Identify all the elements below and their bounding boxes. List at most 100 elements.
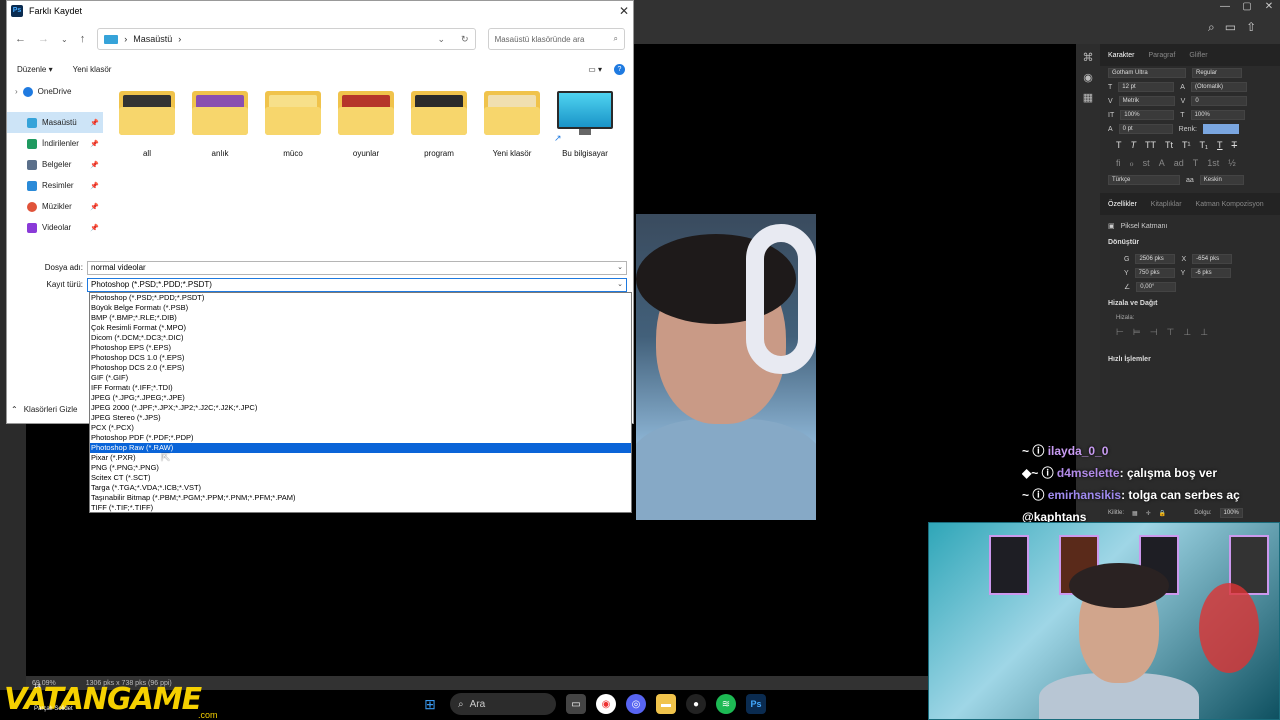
ordinal-icon[interactable]: ad bbox=[1174, 158, 1184, 169]
dropdown-option[interactable]: Targa (*.TGA;*.VDA;*.ICB;*.VST) bbox=[90, 483, 631, 493]
dropdown-option[interactable]: Photoshop (*.PSD;*.PDD;*.PSDT) bbox=[90, 293, 631, 303]
channels-icon[interactable]: ◉ bbox=[1076, 71, 1100, 84]
small-caps-icon[interactable]: Tt bbox=[1165, 140, 1173, 150]
folder-item[interactable]: anlık bbox=[192, 89, 248, 158]
minimize-icon[interactable]: — bbox=[1214, 0, 1236, 14]
align-center-icon[interactable]: ⊨ bbox=[1133, 327, 1141, 338]
align-bottom-icon[interactable]: ⊥ bbox=[1200, 327, 1208, 338]
dropdown-option[interactable]: JPEG Stereo (*.JPS) bbox=[90, 413, 631, 423]
baseline-field[interactable]: 0 pt bbox=[1118, 124, 1173, 134]
align-right-icon[interactable]: ⊣ bbox=[1150, 327, 1158, 338]
up-icon[interactable]: ↑ bbox=[80, 33, 86, 45]
recent-locations-icon[interactable]: ⌄ bbox=[61, 35, 68, 44]
maximize-icon[interactable]: ▢ bbox=[1236, 0, 1258, 14]
ligature-icon[interactable]: fi bbox=[1116, 158, 1121, 169]
file-explorer-icon[interactable]: ▬ bbox=[656, 694, 676, 714]
sidebar-item-downloads[interactable]: İndirilenler 📌 bbox=[7, 133, 103, 154]
tab-properties[interactable]: Özellikler bbox=[1108, 201, 1137, 208]
back-icon[interactable]: ← bbox=[15, 33, 26, 45]
this-pc-shortcut[interactable]: ↗ Bu bilgisayar bbox=[554, 89, 613, 158]
x-field[interactable]: -654 pks bbox=[1192, 254, 1233, 264]
dropdown-option[interactable]: PCX (*.PCX) bbox=[90, 423, 631, 433]
width-field[interactable]: 2506 pks bbox=[1135, 254, 1176, 264]
superscript-icon[interactable]: T¹ bbox=[1182, 140, 1191, 150]
close-icon[interactable]: ✕ bbox=[619, 4, 629, 18]
swash-icon[interactable]: ℴ bbox=[1130, 158, 1134, 169]
dropdown-option[interactable]: GIF (*.GIF) bbox=[90, 373, 631, 383]
dropdown-option[interactable]: JPEG 2000 (*.JPF;*.JPX;*.JP2;*.J2C;*.J2K… bbox=[90, 403, 631, 413]
tab-character[interactable]: Karakter bbox=[1108, 52, 1134, 59]
address-bar[interactable]: › Masaüstü › ⌄ ↻ bbox=[97, 28, 476, 50]
leading-field[interactable]: (Otomatik) bbox=[1190, 82, 1247, 92]
horizontal-scale-field[interactable]: 100% bbox=[1190, 110, 1245, 120]
table-icon[interactable]: ▦ bbox=[1076, 91, 1100, 104]
hide-folders-button[interactable]: ⌃ Klasörleri Gizle bbox=[11, 405, 78, 414]
fraction-icon[interactable]: T bbox=[1193, 158, 1199, 169]
dropdown-option[interactable]: Dicom (*.DCM;*.DC3;*.DIC) bbox=[90, 333, 631, 343]
language-select[interactable]: Türkçe bbox=[1108, 175, 1180, 185]
dropdown-option[interactable]: Photoshop EPS (*.EPS) bbox=[90, 343, 631, 353]
close-icon[interactable]: ✕ bbox=[1258, 0, 1280, 14]
lock-position-icon[interactable]: ✛ bbox=[1146, 510, 1151, 517]
new-folder-button[interactable]: Yeni klasör bbox=[73, 65, 112, 74]
chevron-down-icon[interactable]: ⌄ bbox=[617, 262, 623, 274]
spotify-icon[interactable]: ≋ bbox=[716, 694, 736, 714]
kerning-field[interactable]: Metrik bbox=[1118, 96, 1175, 106]
folder-item[interactable]: all bbox=[119, 89, 175, 158]
transform-header[interactable]: Dönüştür bbox=[1100, 233, 1280, 252]
dropdown-option[interactable]: IFF Formatı (*.IFF;*.TDI) bbox=[90, 383, 631, 393]
sidebar-item-documents[interactable]: Belgeler 📌 bbox=[7, 154, 103, 175]
paths-icon[interactable]: ⌘ bbox=[1076, 51, 1100, 64]
align-middle-icon[interactable]: ⊥ bbox=[1183, 327, 1191, 338]
faux-italic-icon[interactable]: T bbox=[1131, 140, 1137, 150]
filename-input[interactable]: normal videolar ⌄ bbox=[87, 260, 627, 275]
align-top-icon[interactable]: ⊤ bbox=[1167, 327, 1175, 338]
tab-libraries[interactable]: Kitaplıklar bbox=[1151, 201, 1182, 208]
dropdown-option[interactable]: Photoshop PDF (*.PDF;*.PDP) bbox=[90, 433, 631, 443]
dropdown-option[interactable]: PNG (*.PNG;*.PNG) bbox=[90, 463, 631, 473]
chrome-icon[interactable]: ◉ bbox=[596, 694, 616, 714]
fill-field[interactable]: 100% bbox=[1219, 508, 1243, 518]
quick-actions-header[interactable]: Hızlı İşlemler bbox=[1100, 350, 1280, 369]
align-left-icon[interactable]: ⊢ bbox=[1116, 327, 1124, 338]
search-icon[interactable]: ⌕ bbox=[1208, 20, 1215, 35]
folder-item[interactable]: müco bbox=[265, 89, 321, 158]
view-options-icon[interactable]: ▭ ▾ bbox=[588, 65, 602, 74]
lock-all-icon[interactable]: 🔒 bbox=[1159, 510, 1166, 517]
task-view-icon[interactable]: ▭ bbox=[566, 694, 586, 714]
align-header[interactable]: Hizala ve Dağıt bbox=[1100, 294, 1280, 313]
y-field[interactable]: -6 pks bbox=[1191, 268, 1232, 278]
folder-item[interactable]: Yeni klasör bbox=[484, 89, 540, 158]
help-icon[interactable]: ? bbox=[614, 63, 625, 75]
dropdown-option[interactable]: Büyük Belge Formatı (*.PSB) bbox=[90, 303, 631, 313]
folder-item[interactable]: program bbox=[411, 89, 467, 158]
angle-field[interactable]: 0,00° bbox=[1136, 282, 1177, 292]
tracking-field[interactable]: 0 bbox=[1191, 96, 1248, 106]
refresh-icon[interactable]: ↻ bbox=[461, 34, 469, 45]
vertical-scale-field[interactable]: 100% bbox=[1120, 110, 1175, 120]
chevron-down-icon[interactable]: ⌄ bbox=[617, 279, 623, 291]
dropdown-option[interactable]: Taşınabilir Bitmap (*.PBM;*.PGM;*.PPM;*.… bbox=[90, 493, 631, 503]
sidebar-item-music[interactable]: Müzikler 📌 bbox=[7, 196, 103, 217]
photoshop-icon[interactable]: Ps bbox=[746, 694, 766, 714]
underline-icon[interactable]: T bbox=[1217, 140, 1223, 150]
organize-button[interactable]: Düzenle ▾ bbox=[17, 65, 53, 74]
dropdown-option[interactable]: Photoshop DCS 2.0 (*.EPS) bbox=[90, 363, 631, 373]
sidebar-item-onedrive[interactable]: › OneDrive bbox=[7, 81, 103, 102]
search-box[interactable]: Masaüstü klasöründe ara ⌕ bbox=[487, 28, 625, 50]
font-size-field[interactable]: 12 pt bbox=[1118, 82, 1175, 92]
forward-icon[interactable]: → bbox=[38, 33, 49, 45]
faux-bold-icon[interactable]: T bbox=[1116, 140, 1122, 150]
dropdown-option[interactable]: Pixar (*.PXR) bbox=[90, 453, 631, 463]
color-swatch[interactable] bbox=[1202, 124, 1239, 134]
taskbar-search[interactable]: ⌕ Ara bbox=[450, 693, 556, 715]
dropdown-option[interactable]: JPEG (*.JPG;*.JPEG;*.JPE) bbox=[90, 393, 631, 403]
antialias-select[interactable]: Keskin bbox=[1199, 175, 1244, 185]
discord-icon[interactable]: ◎ bbox=[626, 694, 646, 714]
all-caps-icon[interactable]: TT bbox=[1145, 140, 1156, 150]
titling-icon[interactable]: A bbox=[1159, 158, 1165, 169]
ordinals-icon[interactable]: 1st bbox=[1207, 158, 1219, 169]
height-field[interactable]: 750 pks bbox=[1134, 268, 1175, 278]
subscript-icon[interactable]: T₁ bbox=[1200, 140, 1209, 150]
dropdown-option[interactable]: BMP (*.BMP;*.RLE;*.DIB) bbox=[90, 313, 631, 323]
